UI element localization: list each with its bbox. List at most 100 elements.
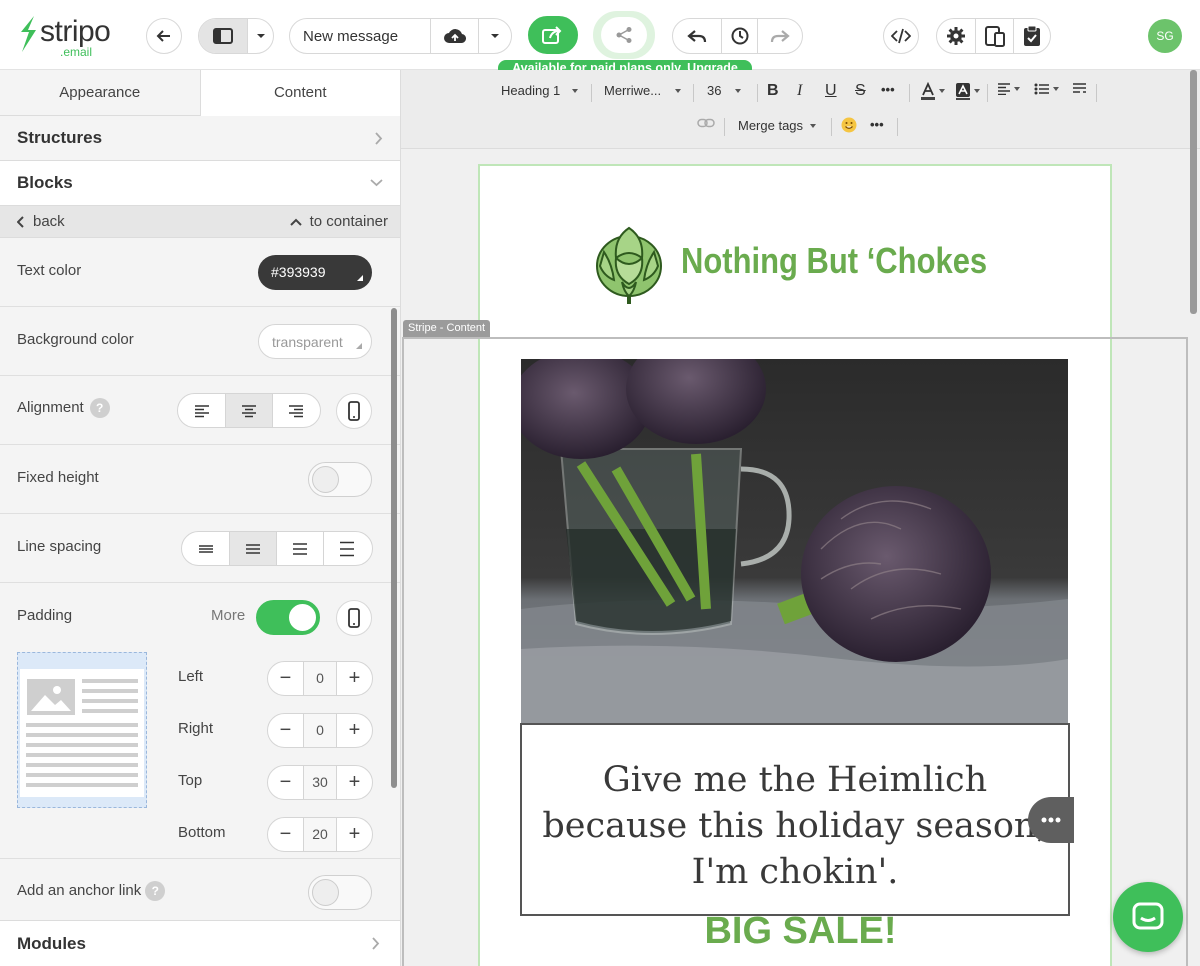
mobile-alignment-button[interactable] bbox=[336, 393, 372, 429]
list-button[interactable] bbox=[1034, 83, 1059, 95]
line-spacing-normal-button[interactable] bbox=[229, 532, 276, 565]
brand-name[interactable]: Nothing But ‘Chokes bbox=[681, 240, 987, 282]
decrement-button[interactable]: − bbox=[268, 714, 303, 747]
fixed-height-toggle[interactable] bbox=[308, 462, 372, 497]
padding-top-input[interactable]: 30 bbox=[303, 766, 337, 799]
tab-content[interactable]: Content bbox=[199, 70, 400, 116]
headline-text-block[interactable]: Give me the Heimlich because this holida… bbox=[520, 723, 1070, 916]
align-left-icon bbox=[194, 404, 209, 417]
merge-tags-label: Merge tags bbox=[738, 118, 804, 133]
strikethrough-button[interactable]: S bbox=[855, 82, 866, 100]
italic-button[interactable]: I bbox=[797, 82, 802, 100]
align-center-button[interactable] bbox=[225, 394, 272, 427]
toolbar-divider bbox=[987, 84, 988, 102]
more-insert-button[interactable]: ••• bbox=[870, 117, 884, 132]
bullet-list-icon bbox=[1034, 83, 1049, 95]
clear-format-button[interactable] bbox=[1072, 83, 1087, 95]
decrement-button[interactable]: − bbox=[268, 662, 303, 695]
block-actions-button[interactable] bbox=[1028, 797, 1074, 843]
help-icon[interactable]: ? bbox=[89, 398, 110, 418]
test-email-button[interactable] bbox=[1013, 19, 1050, 53]
settings-button[interactable] bbox=[937, 19, 975, 53]
heading-select-value: Heading 1 bbox=[501, 83, 561, 98]
preview-devices-button[interactable] bbox=[975, 19, 1013, 53]
sidebar-tabs: Appearance Content bbox=[0, 70, 400, 116]
toolbar-divider bbox=[897, 118, 898, 136]
line-spacing-tight-button[interactable] bbox=[182, 532, 229, 565]
share-button[interactable] bbox=[593, 11, 655, 59]
help-icon[interactable]: ? bbox=[145, 881, 166, 901]
artichoke-photo[interactable] bbox=[521, 359, 1068, 723]
padding-label: Padding bbox=[17, 607, 73, 624]
decrement-button[interactable]: − bbox=[268, 766, 303, 799]
decrement-button[interactable]: − bbox=[268, 818, 303, 851]
padding-more-toggle[interactable] bbox=[256, 600, 320, 635]
to-container-label: to container bbox=[309, 213, 388, 230]
undo-button[interactable] bbox=[673, 19, 721, 53]
sidebar-scrollbar[interactable] bbox=[391, 308, 397, 788]
text-color-label: Text color bbox=[17, 262, 82, 279]
history-button[interactable] bbox=[721, 19, 757, 53]
anchor-link-toggle[interactable] bbox=[308, 875, 372, 910]
font-select[interactable]: Merriwe... bbox=[604, 83, 682, 98]
text-color-button[interactable] bbox=[919, 82, 945, 100]
line-spacing-label: Line spacing bbox=[17, 538, 102, 555]
headline-text[interactable]: Give me the Heimlich because this holida… bbox=[522, 757, 1068, 895]
structures-section[interactable]: Structures bbox=[0, 116, 400, 161]
message-name-field[interactable]: New message bbox=[290, 19, 430, 53]
redo-icon bbox=[770, 30, 790, 43]
increment-button[interactable]: + bbox=[337, 714, 372, 747]
text-align-button[interactable] bbox=[997, 83, 1020, 95]
toggle-knob bbox=[312, 879, 339, 906]
mobile-padding-button[interactable] bbox=[336, 600, 372, 636]
line-spacing-wide-button[interactable] bbox=[276, 532, 323, 565]
code-editor-button[interactable] bbox=[883, 18, 919, 54]
line-spacing-normal-icon bbox=[246, 543, 260, 554]
padding-bottom-input[interactable]: 20 bbox=[303, 818, 337, 851]
layout-dropdown-button[interactable] bbox=[247, 19, 273, 53]
highlight-color-button[interactable] bbox=[954, 82, 980, 100]
sale-heading[interactable]: BIG SALE! bbox=[401, 910, 1200, 953]
support-chat-button[interactable] bbox=[1113, 882, 1183, 952]
increment-button[interactable]: + bbox=[337, 818, 372, 851]
heading-select[interactable]: Heading 1 bbox=[501, 83, 579, 98]
padding-right-input[interactable]: 0 bbox=[303, 714, 337, 747]
stripo-logo[interactable]: stripo .email bbox=[16, 14, 136, 58]
headline-line: Give me the Heimlich bbox=[602, 760, 988, 800]
increment-button[interactable]: + bbox=[337, 662, 372, 695]
back-button[interactable] bbox=[146, 18, 182, 54]
emoji-button[interactable] bbox=[841, 117, 857, 133]
font-size-value: 36 bbox=[707, 83, 722, 98]
merge-tags-select[interactable]: Merge tags bbox=[738, 118, 817, 133]
background-color-picker[interactable]: transparent bbox=[258, 324, 372, 359]
increment-button[interactable]: + bbox=[337, 766, 372, 799]
chat-icon bbox=[1132, 902, 1164, 930]
align-left-button[interactable] bbox=[178, 394, 225, 427]
save-dropdown-button[interactable] bbox=[478, 19, 511, 53]
editor-scrollbar[interactable] bbox=[1190, 70, 1197, 314]
stripe-content-tag[interactable]: Stripe - Content bbox=[403, 320, 491, 337]
modules-section[interactable]: Modules bbox=[0, 920, 400, 966]
avatar[interactable]: SG bbox=[1148, 19, 1182, 53]
back-link[interactable]: back bbox=[17, 213, 65, 230]
alignment-label: Alignment? bbox=[17, 398, 110, 418]
blocks-section[interactable]: Blocks bbox=[0, 161, 400, 206]
save-cloud-button[interactable] bbox=[430, 19, 478, 53]
settings-group bbox=[936, 18, 1051, 54]
text-color-picker[interactable]: #393939 bbox=[258, 255, 372, 290]
font-size-select[interactable]: 36 bbox=[707, 83, 742, 98]
bold-button[interactable]: B bbox=[767, 82, 779, 100]
export-button[interactable] bbox=[528, 16, 578, 54]
padding-left-input[interactable]: 0 bbox=[303, 662, 337, 695]
link-button[interactable] bbox=[697, 118, 715, 128]
to-container-link[interactable]: to container bbox=[289, 213, 388, 230]
redo-button[interactable] bbox=[757, 19, 802, 53]
align-right-button[interactable] bbox=[272, 394, 319, 427]
history-clock-icon bbox=[731, 27, 748, 45]
underline-button[interactable]: U bbox=[825, 82, 837, 100]
text-color-icon bbox=[921, 82, 935, 100]
tab-appearance[interactable]: Appearance bbox=[0, 70, 200, 115]
layout-view-button[interactable] bbox=[199, 19, 247, 53]
more-format-button[interactable]: ••• bbox=[881, 82, 895, 97]
line-spacing-widest-button[interactable] bbox=[323, 532, 370, 565]
